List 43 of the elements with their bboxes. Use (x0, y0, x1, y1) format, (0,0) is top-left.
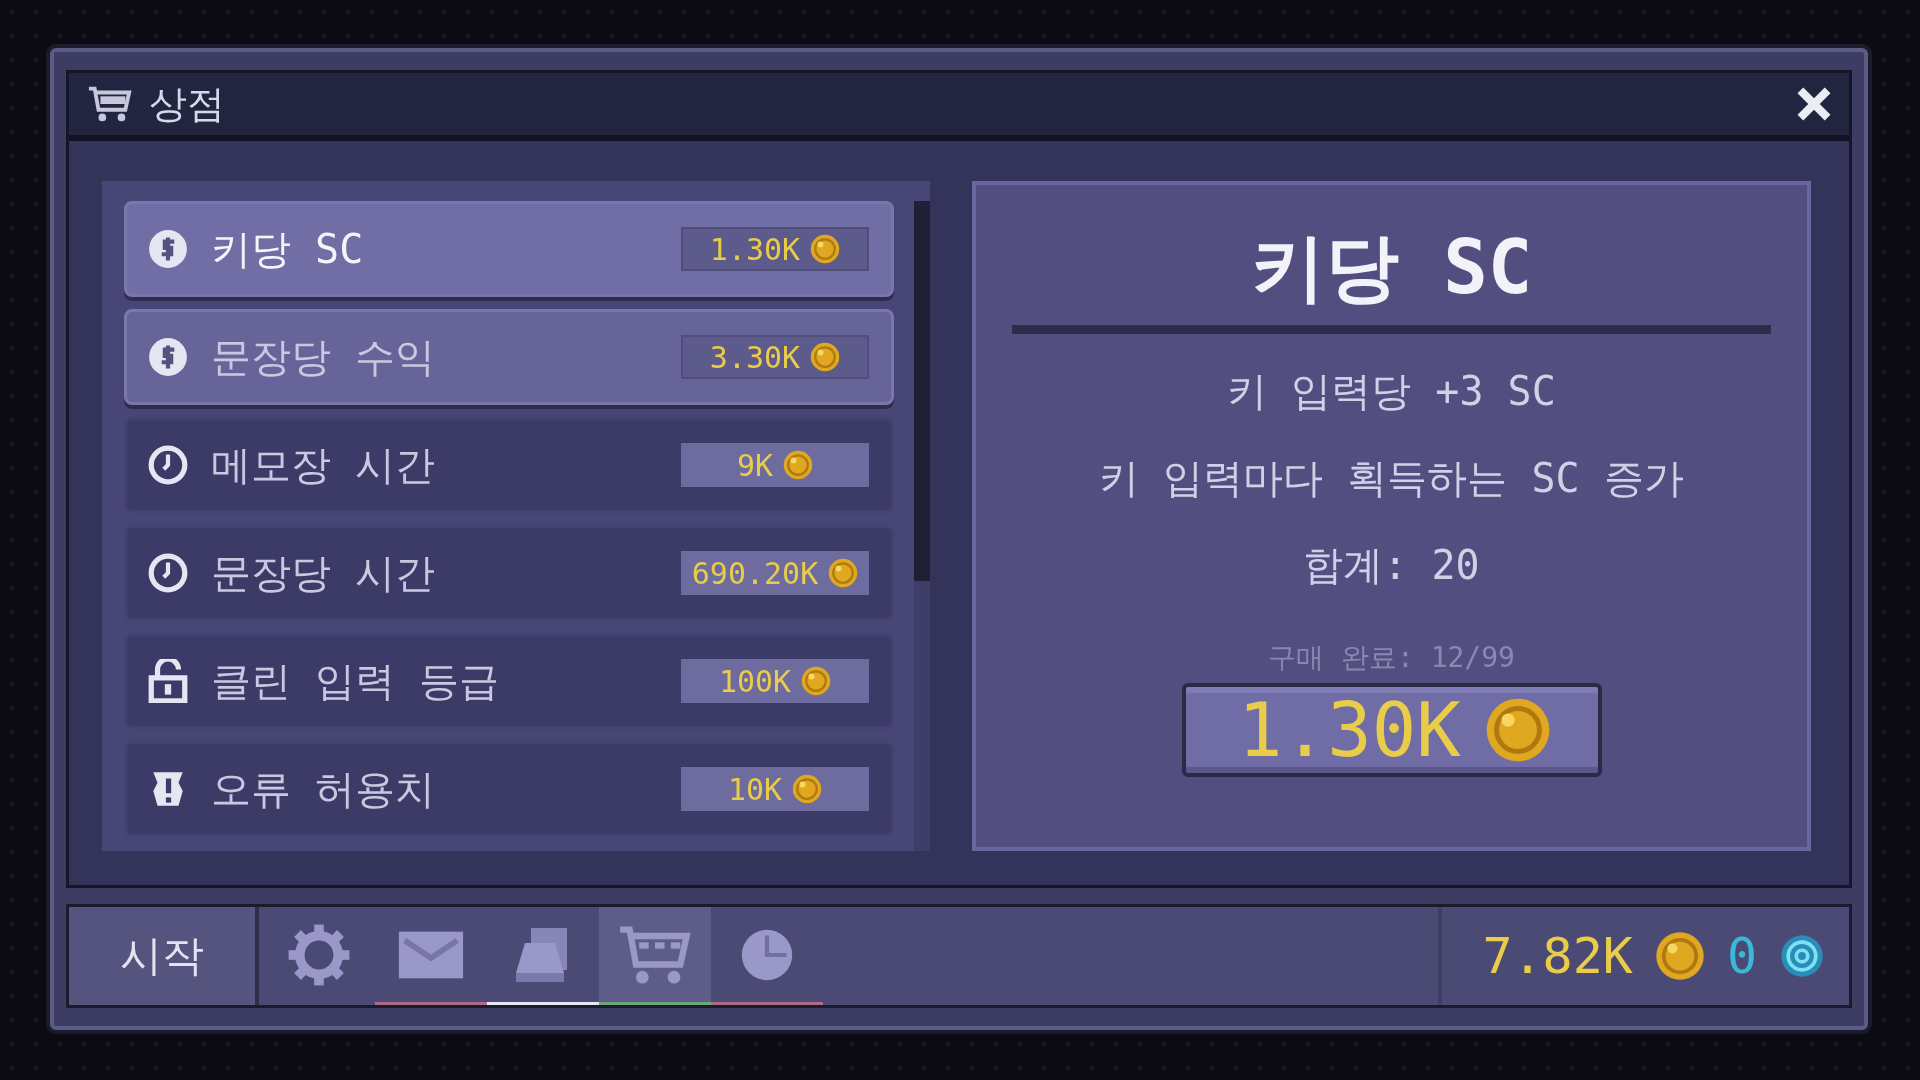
upgrade-name: 클린 입력 등급 (211, 656, 501, 706)
coin-icon (792, 774, 823, 804)
price: 1.30K (709, 231, 801, 267)
padlock-icon (147, 659, 189, 703)
coin-icon (828, 558, 859, 588)
gear-icon (287, 922, 351, 987)
total-text: 합계: 20 (1303, 541, 1480, 590)
dollar-coin-icon (147, 228, 189, 270)
price: 690.20K (691, 555, 819, 591)
coin-balance: 7.82K (1482, 927, 1633, 985)
price: 3.30K (709, 339, 801, 375)
upgrade-item[interactable]: 메모장 시간 9K (124, 417, 894, 513)
upgrade-name: 문장당 시간 (211, 548, 437, 598)
effect-text: 키 입력당 +3 SC (1227, 367, 1556, 416)
upgrade-name: 키당 SC (211, 224, 365, 274)
upgrade-item[interactable]: 클린 입력 등급 100K (124, 633, 894, 729)
upgrade-name: 문장당 수익 (211, 332, 437, 382)
coin-icon (1654, 931, 1705, 981)
start-button[interactable]: 시작 (69, 907, 259, 1005)
coin-icon (783, 450, 814, 480)
purchase-count: 구매 완료: 12/99 (1268, 640, 1515, 676)
coin-icon (1484, 697, 1551, 763)
upgrade-item[interactable]: 문장당 시간 690.20K (124, 525, 894, 621)
gem-count: 0 (1726, 927, 1757, 985)
price: 100K (718, 663, 792, 699)
at-sign-icon (1779, 933, 1825, 979)
clock-icon (147, 444, 189, 486)
upgrade-name: 메모장 시간 (211, 440, 437, 490)
scrollbar[interactable] (914, 201, 930, 851)
description-text: 키 입력마다 획득하는 SC 증가 (1099, 454, 1684, 503)
close-button[interactable] (1797, 87, 1831, 121)
cart-icon (87, 84, 133, 124)
price: 10K (727, 771, 783, 807)
window-title: 상점 (149, 80, 226, 128)
coin-icon (801, 666, 832, 696)
dollar-coin-icon (147, 336, 189, 378)
price: 9K (736, 447, 774, 483)
detail-title: 키당 SC (1250, 223, 1533, 312)
coin-icon (810, 234, 841, 264)
coin-icon (810, 342, 841, 372)
clock-icon (147, 552, 189, 594)
upgrade-name: 오류 허용치 (211, 764, 437, 814)
upgrade-item[interactable]: 오류 허용치 10K (124, 741, 894, 837)
